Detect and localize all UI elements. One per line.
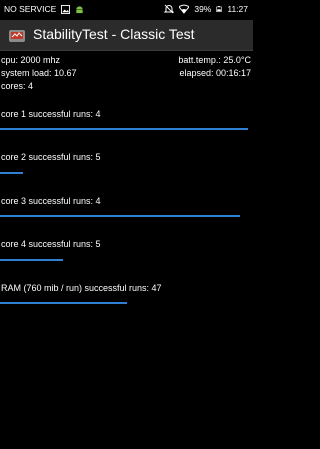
core-4-label: core 4 successful runs: 5	[1, 239, 101, 249]
battery-percentage: 39%	[194, 4, 212, 14]
wifi-icon	[179, 4, 190, 14]
app-logo-icon	[9, 30, 25, 42]
battery-icon	[216, 6, 223, 12]
ram-test-progress-bar	[0, 302, 127, 304]
core-1-progress-bar	[0, 128, 248, 130]
status-bar: NO SERVICE 39% 11:27	[0, 0, 253, 19]
android-icon	[76, 5, 83, 13]
core-count: cores: 4	[1, 81, 34, 91]
clock: 11:27	[227, 4, 248, 14]
core-1-label: core 1 successful runs: 4	[1, 109, 101, 119]
core-3-label: core 3 successful runs: 4	[1, 196, 101, 206]
notifications-off-icon	[164, 4, 175, 14]
core-3-progress-bar	[0, 215, 240, 217]
core-2-progress-bar	[0, 172, 23, 174]
system-load: system load: 10.67	[1, 68, 77, 78]
carrier-text: NO SERVICE	[4, 4, 57, 14]
gallery-icon	[61, 4, 71, 14]
elapsed-time: elapsed: 00:16:17	[179, 68, 251, 78]
core-2-label: core 2 successful runs: 5	[1, 152, 101, 162]
app-title-bar: StabilityTest - Classic Test	[0, 20, 253, 51]
core-4-progress-bar	[0, 259, 63, 261]
app-title: StabilityTest - Classic Test	[33, 26, 195, 42]
cpu-frequency: cpu: 2000 mhz	[1, 55, 61, 65]
battery-temperature: batt.temp.: 25.0°C	[178, 55, 251, 65]
ram-test-label: RAM (760 mib / run) successful runs: 47	[1, 283, 162, 293]
